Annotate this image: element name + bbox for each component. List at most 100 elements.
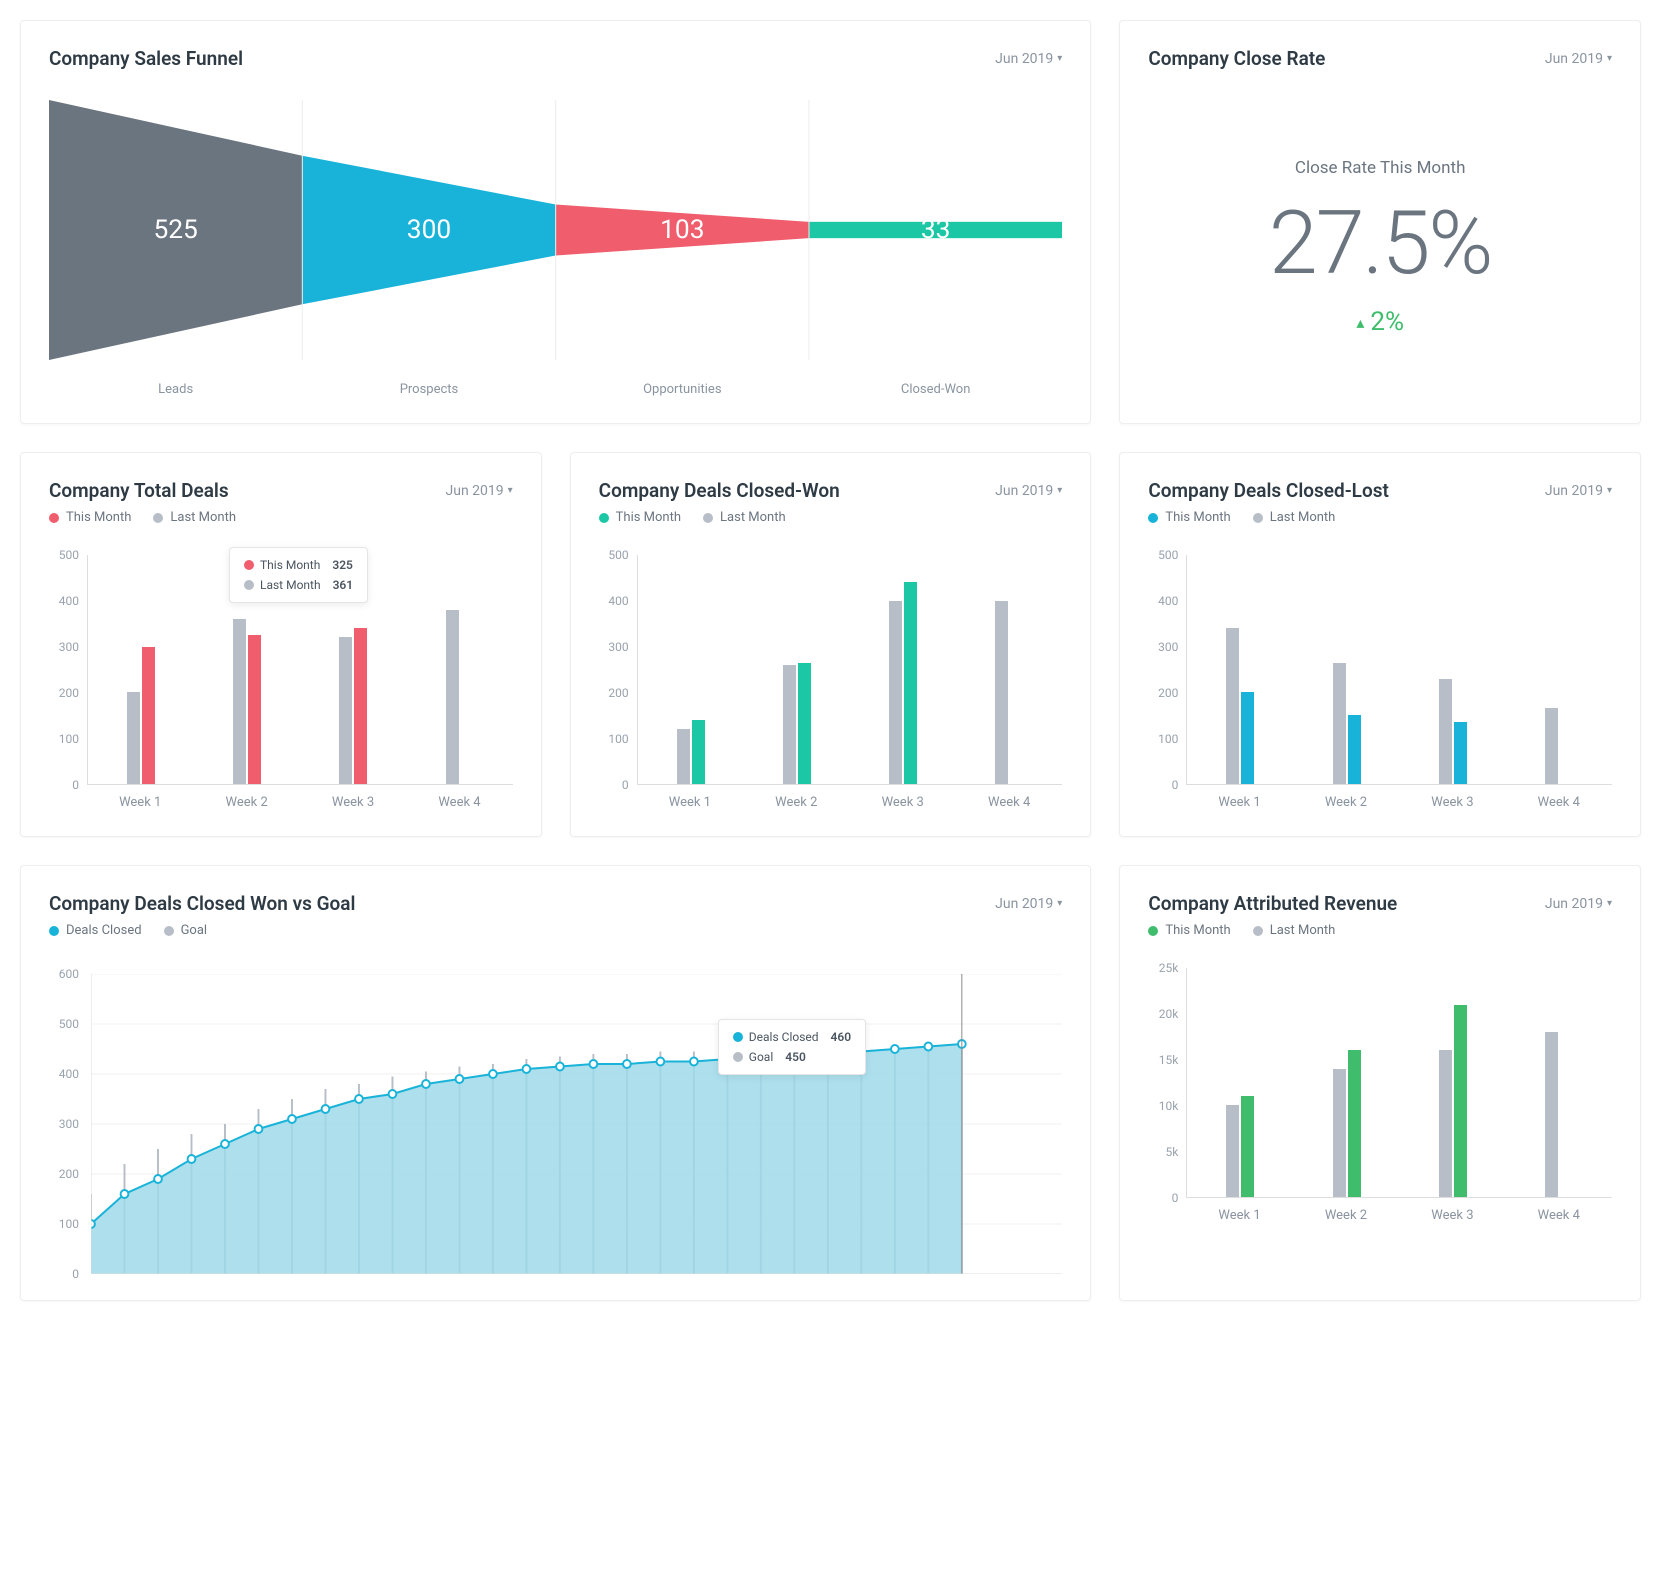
kpi-delta: 2% [1356,307,1404,337]
legend-this-month: This Month [1148,923,1230,938]
bar [1348,1050,1361,1197]
y-axis-tick: 10k [1148,1099,1178,1113]
bar [1241,1096,1254,1197]
x-axis-tick: Week 4 [1506,795,1612,810]
bar [1439,679,1452,784]
x-axis-tick: Week 2 [1293,1208,1399,1223]
y-axis-tick: 300 [599,640,629,654]
y-axis-tick: 500 [1148,548,1178,562]
y-axis-tick: 0 [49,778,79,792]
x-axis-tick: Week 4 [1506,1208,1612,1223]
bar [339,637,352,784]
y-axis-tick: 600 [49,967,79,981]
date-picker[interactable]: Jun 2019 [1545,483,1612,499]
chart-tooltip: This Month325 Last Month361 [229,547,368,603]
y-axis-tick: 500 [49,1017,79,1031]
date-picker[interactable]: Jun 2019 [995,483,1062,499]
x-axis-tick: Week 1 [87,795,193,810]
y-axis-tick: 0 [599,778,629,792]
bar [692,720,705,784]
y-axis-tick: 100 [599,732,629,746]
bar [677,729,690,784]
bar [1241,692,1254,784]
x-axis-tick: Week 1 [1186,1208,1292,1223]
bar [1454,722,1467,784]
y-axis-tick: 15k [1148,1053,1178,1067]
area-chart: Deals Closed460 Goal450 0100200300400500… [49,974,1062,1274]
bar [1348,715,1361,784]
total-deals-card: Company Total Deals Jun 2019 This Month … [20,452,542,837]
funnel-stage-label: Closed-Won [809,382,1062,397]
y-axis-tick: 5k [1148,1145,1178,1159]
bar [233,619,246,784]
funnel-stage-label: Opportunities [556,382,809,397]
x-axis-tick: Week 2 [1293,795,1399,810]
date-picker[interactable]: Jun 2019 [995,51,1062,67]
card-title: Company Deals Closed-Lost [1148,479,1389,502]
y-axis-tick: 200 [599,686,629,700]
x-axis-tick: Week 3 [1399,795,1505,810]
date-picker[interactable]: Jun 2019 [995,896,1062,912]
x-axis-tick: Week 2 [743,795,849,810]
y-axis-tick: 300 [49,640,79,654]
y-axis-tick: 300 [49,1117,79,1131]
y-axis-tick: 400 [49,594,79,608]
kpi-value: 27.5% [1148,192,1612,295]
bar [1545,1032,1558,1197]
closed-lost-card: Company Deals Closed-Lost Jun 2019 This … [1119,452,1641,837]
x-axis-tick: Week 3 [300,795,406,810]
x-axis-tick: Week 1 [637,795,743,810]
card-title: Company Total Deals [49,479,229,502]
y-axis-tick: 100 [1148,732,1178,746]
bar [142,647,155,784]
close-rate-card: Company Close Rate Jun 2019 Close Rate T… [1119,20,1641,424]
bar-chart: 05k10k15k20k25k [1148,968,1612,1198]
bar [1439,1050,1452,1197]
y-axis-tick: 400 [1148,594,1178,608]
y-axis-tick: 0 [49,1267,79,1281]
svg-text:525: 525 [153,215,197,245]
date-picker[interactable]: Jun 2019 [446,483,513,499]
bar [248,635,261,784]
funnel-chart: 52530010333 LeadsProspectsOpportunitiesC… [49,100,1062,397]
bar [1454,1005,1467,1197]
won-vs-goal-card: Company Deals Closed Won vs Goal Jun 201… [20,865,1091,1301]
date-picker[interactable]: Jun 2019 [1545,51,1612,67]
closed-won-card: Company Deals Closed-Won Jun 2019 This M… [570,452,1092,837]
svg-text:33: 33 [921,215,951,245]
y-axis-tick: 200 [49,1167,79,1181]
bar [798,663,811,784]
x-axis-tick: Week 4 [956,795,1062,810]
y-axis-tick: 500 [599,548,629,562]
legend-this-month: This Month [49,510,131,525]
bar-chart: 0100200300400500 [599,555,1063,785]
y-axis-tick: 100 [49,1217,79,1231]
bar [1226,1105,1239,1197]
legend-last-month: Last Month [1253,510,1336,525]
y-axis-tick: 200 [1148,686,1178,700]
legend-last-month: Last Month [703,510,786,525]
bar [1333,663,1346,784]
date-picker[interactable]: Jun 2019 [1545,896,1612,912]
bar [995,601,1008,784]
kpi-label: Close Rate This Month [1148,158,1612,178]
x-axis-tick: Week 1 [1186,795,1292,810]
legend-last-month: Last Month [153,510,236,525]
chart-tooltip: Deals Closed460 Goal450 [718,1019,866,1075]
bar [446,610,459,784]
x-axis-tick: Week 3 [850,795,956,810]
y-axis-tick: 100 [49,732,79,746]
legend-last-month: Last Month [1253,923,1336,938]
legend-this-month: This Month [1148,510,1230,525]
funnel-stage-label: Leads [49,382,302,397]
card-title: Company Deals Closed Won vs Goal [49,892,355,915]
y-axis-tick: 0 [1148,1191,1178,1205]
card-title: Company Attributed Revenue [1148,892,1397,915]
y-axis-tick: 300 [1148,640,1178,654]
card-title: Company Sales Funnel [49,47,243,70]
legend-this-month: This Month [599,510,681,525]
bar [127,692,140,784]
bar [1226,628,1239,784]
bar [904,582,917,784]
legend-goal: Goal [164,923,208,938]
